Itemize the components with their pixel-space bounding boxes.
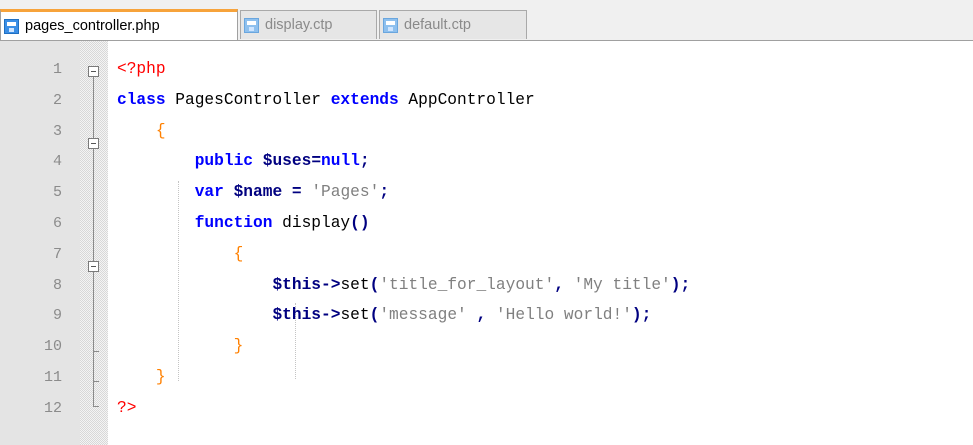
code-token: -> bbox=[321, 275, 341, 294]
tab-bar: pages_controller.php display.ctp default… bbox=[0, 0, 973, 41]
code-token: null bbox=[321, 152, 360, 171]
code-text: { bbox=[117, 122, 166, 140]
code-token: set bbox=[340, 275, 370, 294]
code-token: ); bbox=[631, 306, 652, 325]
code-token: 'Pages' bbox=[311, 183, 380, 202]
code-token: <?php bbox=[117, 60, 166, 78]
tab-label: display.ctp bbox=[265, 17, 333, 33]
code-token: var bbox=[194, 183, 224, 202]
code-line[interactable]: 4 public $uses=null; bbox=[0, 147, 973, 178]
code-token: $this bbox=[272, 306, 322, 325]
code-text: $this->set('message' , 'Hello world!'); bbox=[117, 306, 651, 324]
code-text: ?> bbox=[117, 399, 136, 417]
tab-label: pages_controller.php bbox=[25, 18, 160, 34]
line-number: 11 bbox=[43, 369, 62, 386]
code-token: $name bbox=[223, 183, 283, 202]
code-line[interactable]: 6 function display() bbox=[0, 209, 973, 240]
line-number: 7 bbox=[52, 245, 62, 263]
floppy-save-icon bbox=[4, 18, 19, 34]
code-line[interactable]: 7 { bbox=[0, 240, 973, 271]
tab-pages-controller[interactable]: pages_controller.php bbox=[0, 9, 238, 40]
code-line[interactable]: 2 class PagesController extends AppContro… bbox=[0, 86, 973, 117]
code-token: , bbox=[554, 275, 574, 294]
code-text: public $uses=null; bbox=[117, 152, 370, 170]
code-token: , bbox=[466, 306, 496, 325]
code-token: PagesController bbox=[165, 90, 331, 109]
code-token: 'My title' bbox=[573, 275, 671, 294]
code-text: function display() bbox=[117, 214, 370, 232]
line-number: 12 bbox=[43, 399, 62, 417]
line-number: 4 bbox=[52, 153, 62, 171]
line-number: 1 bbox=[52, 61, 62, 78]
code-text: $this->set('title_for_layout', 'My title… bbox=[117, 276, 690, 294]
code-token: set bbox=[340, 306, 370, 325]
code-line[interactable]: 10 } bbox=[0, 332, 973, 363]
line-number: 6 bbox=[52, 215, 62, 232]
code-text: { bbox=[117, 244, 244, 263]
code-text: } bbox=[117, 368, 166, 386]
code-text: var $name = 'Pages'; bbox=[117, 183, 389, 201]
floppy-save-icon bbox=[383, 17, 398, 33]
code-token: { bbox=[233, 244, 244, 263]
line-number: 3 bbox=[52, 122, 62, 140]
code-line[interactable]: 5 var $name = 'Pages'; bbox=[0, 178, 973, 209]
code-line[interactable]: 8 $this->set('title_for_layout', 'My tit… bbox=[0, 271, 973, 302]
line-number: 9 bbox=[52, 307, 62, 325]
code-token: function bbox=[194, 214, 273, 232]
code-token: class bbox=[117, 90, 166, 109]
code-editor[interactable]: 1 <?php 2 class PagesController extends App… bbox=[0, 41, 973, 445]
code-token: ?> bbox=[117, 398, 137, 417]
line-number: 5 bbox=[52, 184, 62, 202]
code-token: -> bbox=[321, 306, 341, 325]
code-token: $uses bbox=[253, 152, 312, 171]
code-token: } bbox=[155, 368, 166, 386]
code-line[interactable]: 11 } bbox=[0, 363, 973, 394]
code-token: 'message' bbox=[379, 306, 467, 325]
code-token: { bbox=[155, 121, 166, 140]
tab-default-ctp[interactable]: default.ctp bbox=[379, 10, 527, 39]
code-text: class PagesController extends AppControl… bbox=[117, 91, 535, 109]
code-token: ; bbox=[359, 152, 370, 171]
code-token: () bbox=[350, 214, 370, 232]
code-token: ( bbox=[369, 306, 380, 325]
code-token: public bbox=[194, 152, 254, 171]
code-token: = bbox=[282, 183, 312, 202]
line-number: 2 bbox=[52, 91, 62, 109]
code-token: = bbox=[311, 152, 322, 171]
code-token: ); bbox=[670, 275, 691, 294]
code-text: } bbox=[117, 337, 244, 356]
code-token: $this bbox=[272, 275, 322, 294]
code-line[interactable]: 3 { bbox=[0, 117, 973, 148]
code-text: <?php bbox=[117, 60, 166, 78]
tab-label: default.ctp bbox=[404, 17, 471, 33]
code-token: extends bbox=[330, 90, 399, 109]
code-token: } bbox=[233, 337, 244, 356]
code-token: display bbox=[272, 214, 351, 232]
code-token: 'Hello world!' bbox=[495, 306, 632, 325]
floppy-save-icon bbox=[244, 17, 259, 33]
code-token: AppController bbox=[398, 90, 535, 109]
code-line[interactable]: 12 ?> bbox=[0, 394, 973, 425]
code-token: ( bbox=[369, 275, 380, 294]
line-number: 8 bbox=[52, 276, 62, 294]
code-token: ; bbox=[379, 183, 390, 202]
tab-display-ctp[interactable]: display.ctp bbox=[240, 10, 377, 39]
code-token: 'title_for_layout' bbox=[379, 275, 555, 294]
code-line[interactable]: 1 <?php bbox=[0, 55, 973, 86]
line-number: 10 bbox=[43, 338, 62, 356]
code-line[interactable]: 9 $this->set('message' , 'Hello world!')… bbox=[0, 301, 973, 332]
